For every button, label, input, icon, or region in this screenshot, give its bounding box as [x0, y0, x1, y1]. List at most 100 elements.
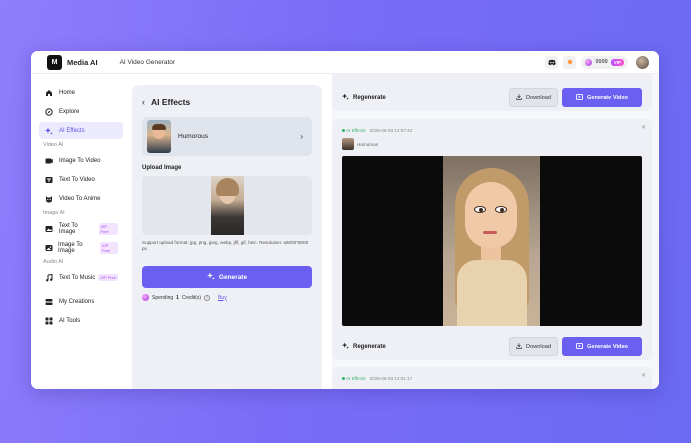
tag-label: AI Effects [346, 376, 366, 381]
status-tag: AI Effects [342, 128, 366, 133]
video-icon [576, 342, 583, 351]
spend-prefix: Spending [152, 294, 174, 301]
credits-display[interactable]: 9999 VIP [581, 55, 628, 69]
upload-hint: Support upload format: jpg, png, jpeg, w… [142, 240, 309, 251]
effect-selector[interactable]: Humorous › [142, 117, 312, 156]
sidebar-item-ai-effects[interactable]: AI Effects [39, 122, 123, 139]
panel-title: AI Effects [151, 97, 191, 107]
result-meta: AI Effects 2025-06-03 14:01:17 [332, 367, 652, 381]
generate-video-button[interactable]: Generate Video [562, 88, 642, 107]
sidebar-item-image-to-image[interactable]: Image To Image VIP Free [39, 239, 123, 256]
download-icon [516, 342, 522, 351]
effects-panel: ‹ AI Effects Humorous › Upload Image Sup… [132, 85, 322, 389]
sidebar-item-video-to-anime[interactable]: Video To Anime [39, 190, 123, 207]
close-icon[interactable]: ✕ [641, 124, 646, 131]
status-dot [342, 377, 345, 380]
vip-badge: VIP [610, 58, 624, 66]
grid-icon [44, 317, 54, 325]
portrait-mouth [483, 231, 497, 234]
sidebar-item-my-creations[interactable]: My Creations [39, 293, 123, 310]
result-card: Regenerate Download Generate Video [332, 74, 652, 111]
panel-header: ‹ AI Effects [142, 95, 312, 109]
sidebar-item-label: Text To Image [58, 222, 78, 235]
tag-label: AI Effects [346, 128, 366, 133]
generate-label: Generate [218, 273, 248, 281]
card-actions: Regenerate Download Generate Video [332, 333, 652, 360]
vip-free-badge: VIP Free [98, 222, 118, 235]
portrait-eye [474, 206, 486, 213]
top-bar: M Media AI AI Video Generator 9999 VIP [31, 51, 659, 74]
upload-dropzone[interactable] [142, 176, 312, 235]
info-icon[interactable]: ? [204, 294, 211, 301]
regenerate-label: Regenerate [353, 343, 386, 350]
discord-icon[interactable] [545, 55, 559, 69]
logo-text[interactable]: Media AI [67, 58, 98, 67]
sidebar-item-text-to-video[interactable]: Text To Video [39, 171, 123, 188]
credits-count: 9999 [595, 59, 608, 65]
sidebar-item-explore[interactable]: Explore [39, 103, 123, 120]
generate-video-button[interactable]: Generate Video [562, 337, 642, 356]
download-label: Download [526, 343, 551, 350]
image-video-icon [44, 157, 54, 165]
section-title-video-ai: Video AI [43, 142, 64, 148]
home-icon [44, 89, 54, 97]
spending-info: Spending 1 Credit(s) ? Buy [142, 294, 312, 301]
sidebar-item-label: My Creations [59, 298, 95, 305]
topbar-actions: 9999 VIP [545, 55, 649, 69]
regenerate-button[interactable]: Regenerate [342, 342, 386, 351]
generate-video-label: Generate Video [587, 94, 628, 101]
source-effect-name: Humorous [357, 141, 379, 147]
result-video[interactable] [342, 156, 642, 326]
spend-amount: 1 [176, 294, 179, 301]
sidebar-item-text-to-music[interactable]: Text To Music VIP Free [39, 269, 123, 286]
card-actions: Regenerate Download Generate Video [332, 84, 652, 111]
sidebar-item-image-to-video[interactable]: Image To Video [39, 152, 123, 169]
sparkle-icon [342, 93, 349, 102]
regenerate-label: Regenerate [353, 94, 386, 101]
sidebar-item-label: Image To Image [58, 241, 83, 254]
sparkle-icon [342, 342, 349, 351]
portrait-face [465, 182, 517, 248]
download-button[interactable]: Download [509, 88, 558, 107]
download-button[interactable]: Download [509, 337, 558, 356]
sidebar-item-label: AI Effects [59, 127, 85, 134]
portrait-clothing [457, 260, 527, 326]
logo-icon[interactable]: M [47, 54, 62, 70]
sidebar-item-text-to-image[interactable]: Text To Image VIP Free [39, 220, 123, 237]
status-tag: AI Effects [342, 376, 366, 381]
chevron-right-icon: › [300, 132, 303, 141]
coin-icon [142, 294, 149, 301]
generate-button[interactable]: Generate [142, 266, 312, 288]
sidebar-item-label: AI Tools [59, 317, 81, 324]
coin-icon [585, 58, 593, 66]
sidebar: Home Explore AI Effects Video AI Image T… [31, 74, 131, 389]
image-image-icon [44, 244, 53, 252]
regenerate-button[interactable]: Regenerate [342, 93, 386, 102]
cartoon-portrait [443, 156, 540, 326]
sidebar-item-label: Text To Music [59, 274, 96, 281]
sun-icon[interactable] [563, 55, 577, 69]
text-video-icon [44, 176, 54, 184]
sidebar-item-label: Text To Video [59, 176, 95, 183]
spend-suffix: Credit(s) [181, 294, 202, 301]
video-icon [576, 93, 583, 102]
sparkle-icon [44, 127, 54, 135]
sidebar-item-label: Home [59, 89, 76, 96]
download-label: Download [526, 94, 551, 101]
sidebar-item-home[interactable]: Home [39, 84, 123, 101]
source-effect: Humorous [342, 138, 652, 150]
sidebar-item-ai-tools[interactable]: AI Tools [39, 312, 123, 329]
result-card: ✕ AI Effects 2025-06-03 14:07:42 Humorou… [332, 119, 652, 360]
user-avatar[interactable] [636, 55, 649, 69]
upload-label: Upload Image [142, 165, 182, 171]
close-icon[interactable]: ✕ [641, 372, 646, 379]
status-dot [342, 129, 345, 132]
text-image-icon [44, 225, 54, 233]
anime-face-icon [44, 195, 54, 203]
buy-link[interactable]: Buy [218, 295, 227, 301]
back-icon[interactable]: ‹ [142, 97, 145, 107]
generate-video-label: Generate Video [587, 343, 628, 350]
portrait-eye [495, 206, 507, 213]
vip-free-badge: VIP Free [99, 241, 118, 254]
page-title: AI Video Generator [119, 58, 176, 66]
